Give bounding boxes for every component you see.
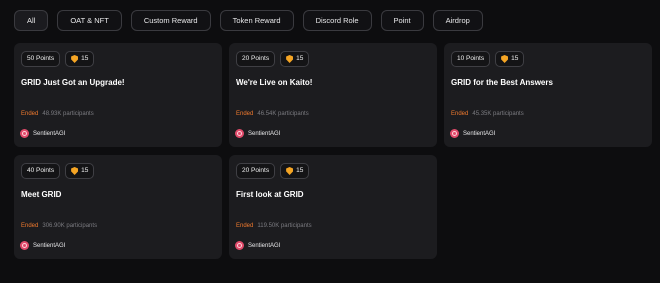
shield-icon bbox=[71, 167, 79, 175]
creator[interactable]: SentientAGI bbox=[235, 241, 280, 250]
creator-name: SentientAGI bbox=[33, 130, 66, 137]
status-ended: Ended bbox=[236, 111, 254, 117]
card-title: We're Live on Kaito! bbox=[236, 78, 313, 87]
creator-name: SentientAGI bbox=[463, 130, 496, 137]
points-badge: 20 Points bbox=[236, 51, 276, 67]
filter-custom-reward[interactable]: Custom Reward bbox=[130, 10, 211, 31]
filter-discord-role[interactable]: Discord Role bbox=[302, 10, 372, 31]
creator-name: SentientAGI bbox=[248, 130, 281, 137]
status-ended: Ended bbox=[21, 223, 39, 229]
participants-count: 306.90K participants bbox=[42, 223, 98, 229]
quest-card[interactable]: 50 Points 15 GRID Just Got an Upgrade! E… bbox=[14, 43, 222, 147]
card-title: Meet GRID bbox=[21, 190, 62, 199]
card-title: GRID Just Got an Upgrade! bbox=[21, 78, 125, 87]
participants-count: 48.93K participants bbox=[42, 111, 94, 117]
creator[interactable]: SentientAGI bbox=[20, 241, 65, 250]
card-badges: 40 Points 15 bbox=[21, 163, 95, 179]
shield-icon bbox=[286, 167, 294, 175]
card-status: Ended 48.93K participants bbox=[21, 111, 94, 117]
avatar-icon bbox=[450, 129, 459, 138]
creator[interactable]: SentientAGI bbox=[450, 129, 495, 138]
points-badge: 40 Points bbox=[21, 163, 61, 179]
count-badge: 15 bbox=[280, 51, 310, 67]
card-status: Ended 46.54K participants bbox=[236, 111, 309, 117]
shield-icon bbox=[71, 55, 79, 63]
quest-card[interactable]: 40 Points 15 Meet GRID Ended 306.90K part… bbox=[14, 155, 222, 259]
card-status: Ended 306.90K participants bbox=[21, 223, 97, 229]
avatar-icon bbox=[20, 241, 29, 250]
filter-oat-nft[interactable]: OAT & NFT bbox=[57, 10, 122, 31]
creator-name: SentientAGI bbox=[33, 242, 66, 249]
participants-count: 46.54K participants bbox=[257, 111, 309, 117]
creator-name: SentientAGI bbox=[248, 242, 281, 249]
points-badge: 20 Points bbox=[236, 163, 276, 179]
quest-card[interactable]: 10 Points 15 GRID for the Best Answers E… bbox=[444, 43, 652, 147]
status-ended: Ended bbox=[21, 111, 39, 117]
card-badges: 20 Points 15 bbox=[236, 51, 310, 67]
count-badge: 15 bbox=[495, 51, 525, 67]
avatar-icon bbox=[235, 129, 244, 138]
points-badge: 50 Points bbox=[21, 51, 61, 67]
card-badges: 10 Points 15 bbox=[451, 51, 525, 67]
card-badges: 50 Points 15 bbox=[21, 51, 95, 67]
creator[interactable]: SentientAGI bbox=[235, 129, 280, 138]
shield-icon bbox=[286, 55, 294, 63]
status-ended: Ended bbox=[236, 223, 254, 229]
count-badge: 15 bbox=[280, 163, 310, 179]
card-status: Ended 119.50K participants bbox=[236, 223, 312, 229]
count-badge: 15 bbox=[65, 163, 95, 179]
participants-count: 119.50K participants bbox=[257, 223, 312, 229]
filter-point[interactable]: Point bbox=[380, 10, 424, 31]
filter-all[interactable]: All bbox=[14, 10, 49, 31]
filter-bar: All OAT & NFT Custom Reward Token Reward… bbox=[14, 10, 483, 31]
avatar-icon bbox=[20, 129, 29, 138]
shield-icon bbox=[501, 55, 509, 63]
count-badge: 15 bbox=[65, 51, 95, 67]
card-status: Ended 45.35K participants bbox=[451, 111, 524, 117]
creator[interactable]: SentientAGI bbox=[20, 129, 65, 138]
filter-airdrop[interactable]: Airdrop bbox=[432, 10, 483, 31]
filter-token-reward[interactable]: Token Reward bbox=[219, 10, 294, 31]
status-ended: Ended bbox=[451, 111, 469, 117]
card-badges: 20 Points 15 bbox=[236, 163, 310, 179]
quest-card[interactable]: 20 Points 15 We're Live on Kaito! Ended 4… bbox=[229, 43, 437, 147]
avatar-icon bbox=[235, 241, 244, 250]
participants-count: 45.35K participants bbox=[472, 111, 524, 117]
card-title: GRID for the Best Answers bbox=[451, 78, 553, 87]
points-badge: 10 Points bbox=[451, 51, 491, 67]
card-title: First look at GRID bbox=[236, 190, 304, 199]
quest-card[interactable]: 20 Points 15 First look at GRID Ended 119… bbox=[229, 155, 437, 259]
